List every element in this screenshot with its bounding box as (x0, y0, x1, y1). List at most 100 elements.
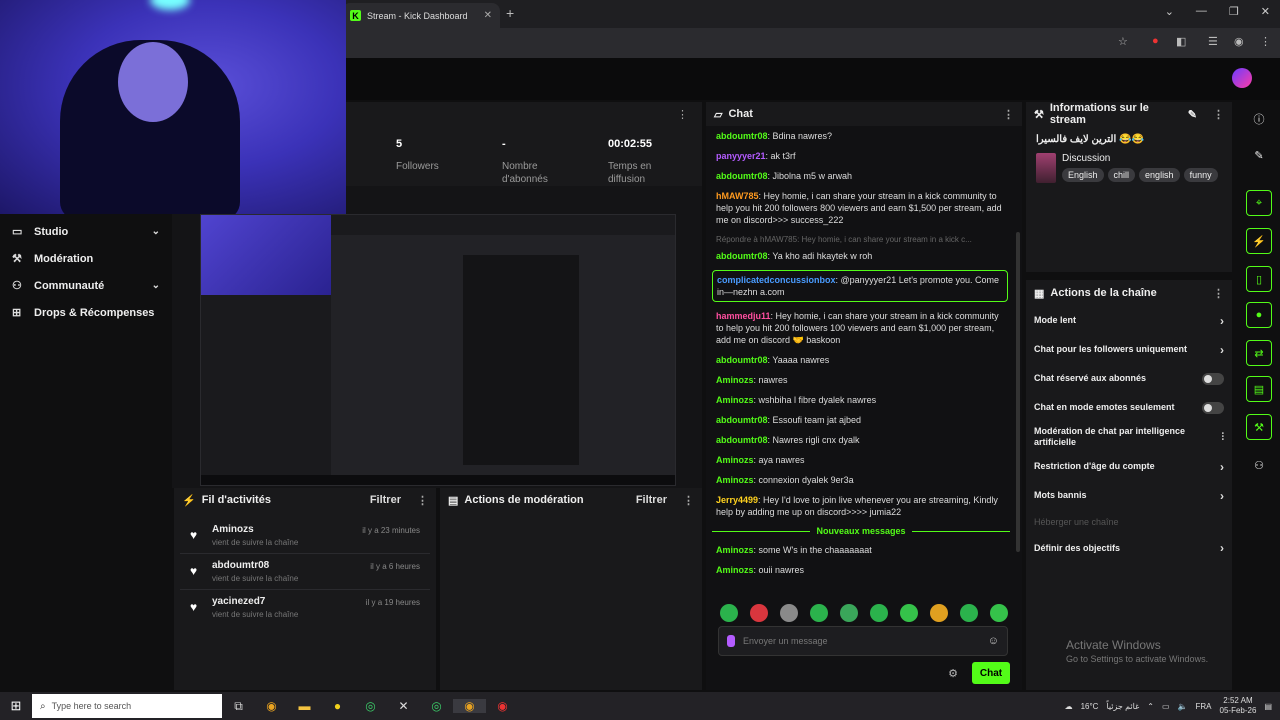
volume-icon[interactable]: 🔈 (1178, 702, 1188, 711)
send-chat-button[interactable]: Chat (972, 662, 1010, 684)
chat-message[interactable]: Aminozs: connexion dyalek 9er3a (716, 474, 1006, 486)
chat-username[interactable]: abdoumtr08 (716, 131, 768, 141)
task-view-icon[interactable]: ⧉ (222, 699, 255, 714)
chat-username[interactable]: abdoumtr08 (716, 415, 768, 425)
crosshair-icon[interactable]: ⌖ (1246, 190, 1272, 216)
chat-username[interactable]: Aminozs (716, 375, 754, 385)
kebab-menu-icon[interactable]: ⋮ (1213, 287, 1224, 300)
whatsapp-icon[interactable]: ◎ (420, 699, 453, 713)
chat-message[interactable]: Aminozs: wshbiha l fibre dyalek nawres (716, 394, 1006, 406)
chat-username[interactable]: abdoumtr08 (716, 171, 768, 181)
bolt-icon[interactable]: ⚡ (1246, 228, 1272, 254)
emote-icon[interactable] (750, 604, 768, 622)
emoji-icon[interactable]: ☺ (988, 635, 999, 647)
kebab-menu-icon[interactable]: ⋮ (417, 494, 428, 507)
channel-action-row[interactable]: Chat en mode emotes seulement (1026, 393, 1232, 422)
reply-reference[interactable]: Répondre à hMAW785: Hey homie, i can sha… (716, 234, 1006, 246)
chat-username[interactable]: abdoumtr08 (716, 251, 768, 261)
chat-message[interactable]: Jerry4499: Hey I'd love to join live whe… (716, 494, 1006, 518)
close-icon[interactable]: ✕ (1261, 5, 1270, 18)
reading-list-icon[interactable]: ☰ (1208, 35, 1218, 48)
minimize-icon[interactable]: — (1196, 5, 1207, 18)
channel-action-row[interactable]: Mode lent › (1026, 306, 1232, 335)
avatar[interactable] (1232, 68, 1252, 88)
profile-icon[interactable]: ◉ (1234, 35, 1244, 48)
emote-icon[interactable] (780, 604, 798, 622)
close-tab-icon[interactable]: ✕ (484, 10, 492, 21)
file-explorer-icon[interactable]: ▬ (288, 699, 321, 713)
chat-username[interactable]: Jerry4499 (716, 495, 758, 505)
chat-message[interactable]: abdoumtr08: Ya kho adi hkaytek w roh (716, 250, 1006, 262)
extension-icon[interactable]: ● (1152, 35, 1159, 47)
emote-icon[interactable] (720, 604, 738, 622)
channel-action-row[interactable]: Modération de chat par intelligence arti… (1026, 422, 1232, 452)
toggle-switch[interactable] (1202, 372, 1224, 385)
channel-action-row[interactable]: Mots bannis › (1026, 481, 1232, 510)
chevron-down-icon[interactable]: ⌄ (1165, 5, 1174, 18)
chat-input[interactable]: Envoyer un message ☺ (718, 626, 1008, 656)
taskbar-search-input[interactable]: ⌕ Type here to search (32, 694, 222, 718)
toggle-switch[interactable] (1202, 401, 1224, 414)
chat-message-list[interactable]: abdoumtr08: Bdina nawres? panyyyer21: ak … (706, 130, 1016, 600)
chat-message[interactable]: Aminozs: some W's in the chaaaaaaat (716, 544, 1006, 556)
stream-preview-image[interactable] (200, 214, 676, 486)
chat-username[interactable]: abdoumtr08 (716, 355, 768, 365)
sidebar-item-studio[interactable]: ▭ Studio ⌄ (0, 218, 172, 245)
chat-username[interactable]: Aminozs (716, 545, 754, 555)
windows-start-icon[interactable]: ⊞ (0, 698, 32, 714)
chat-message[interactable]: hMAW785: Hey homie, i can share your str… (716, 190, 1006, 226)
star-icon[interactable]: ☆ (1118, 35, 1128, 48)
list-icon[interactable]: ▤ (1246, 376, 1272, 402)
chat-message[interactable]: panyyyer21: ak t3rf (716, 150, 1006, 162)
chat-scrollbar[interactable] (1016, 232, 1020, 552)
chat-username[interactable]: hammedju11 (716, 311, 771, 321)
channel-action-row[interactable]: Chat pour les followers uniquement › (1026, 335, 1232, 364)
chat-message[interactable]: abdoumtr08: Essoufi team jat ajbed (716, 414, 1006, 426)
emote-icon[interactable] (810, 604, 828, 622)
app-icon[interactable]: ● (321, 699, 354, 713)
emote-icon[interactable] (900, 604, 918, 622)
language-indicator[interactable]: FRA (1196, 702, 1212, 711)
chat-username[interactable]: Aminozs (716, 395, 754, 405)
emote-icon[interactable] (930, 604, 948, 622)
sidebar-item-drops[interactable]: ⊞ Drops & Récompenses (0, 299, 172, 326)
kebab-menu-icon[interactable]: ⋮ (677, 108, 688, 121)
chat-message[interactable]: abdoumtr08: Jibolna m5 w arwah (716, 170, 1006, 182)
chrome-icon[interactable]: ◉ (453, 699, 486, 713)
document-icon[interactable]: ▯ (1246, 266, 1272, 292)
chat-username[interactable]: complicatedconcussionbox (717, 275, 836, 285)
chat-username[interactable]: Aminozs (716, 475, 754, 485)
ai-settings-icon[interactable]: ⫶ (1222, 432, 1225, 443)
sidebar-item-moderation[interactable]: ⚒ Modération (0, 245, 172, 272)
chat-message[interactable]: Aminozs: nawres (716, 374, 1006, 386)
wrench-icon[interactable]: ⚒ (1246, 414, 1272, 440)
chrome-icon[interactable]: ◉ (255, 699, 288, 713)
chat-message[interactable]: abdoumtr08: Yaaaa nawres (716, 354, 1006, 366)
emote-icon[interactable] (840, 604, 858, 622)
filter-button[interactable]: Filtrer (636, 494, 667, 506)
kebab-menu-icon[interactable]: ⋮ (1260, 35, 1271, 48)
users-icon[interactable]: ⚇ (1246, 452, 1272, 478)
whatsapp-icon[interactable]: ◎ (354, 699, 387, 713)
swap-icon[interactable]: ⇄ (1246, 340, 1272, 366)
follower-name[interactable]: yacinezed7 (212, 596, 358, 607)
chat-username[interactable]: Aminozs (716, 455, 754, 465)
gear-icon[interactable]: ⚙ (948, 667, 958, 680)
filter-button[interactable]: Filtrer (370, 494, 401, 506)
pencil-icon[interactable]: ✎ (1246, 142, 1272, 168)
network-icon[interactable]: ▭ (1162, 702, 1170, 711)
x-app-icon[interactable]: ✕ (387, 699, 420, 713)
chat-message[interactable]: Aminozs: aya nawres (716, 454, 1006, 466)
pencil-icon[interactable]: ✎ (1188, 108, 1197, 121)
chat-message[interactable]: abdoumtr08: Nawres rigli cnx dyalk (716, 434, 1006, 446)
follower-name[interactable]: Aminozs (212, 524, 354, 535)
info-icon[interactable]: ⓘ (1246, 106, 1272, 132)
channel-action-row[interactable]: Chat réservé aux abonnés (1026, 364, 1232, 393)
maximize-icon[interactable]: ❐ (1229, 5, 1239, 18)
chat-message[interactable]: Aminozs: ouii nawres (716, 564, 1006, 576)
chat-bubble-icon[interactable]: ● (1246, 302, 1272, 328)
emote-icon[interactable] (870, 604, 888, 622)
kebab-menu-icon[interactable]: ⋮ (1003, 108, 1014, 121)
channel-action-row[interactable]: Restriction d'âge du compte › (1026, 452, 1232, 481)
follower-name[interactable]: abdoumtr08 (212, 560, 362, 571)
